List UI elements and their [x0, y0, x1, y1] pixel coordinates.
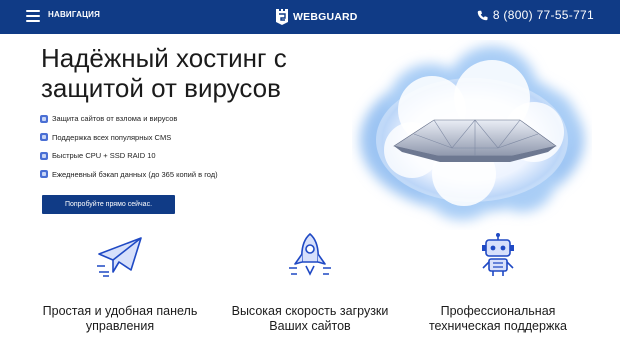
list-item: Ежедневный бэкап данных (до 365 копий в …	[40, 169, 218, 180]
benefit-control-panel: Простая и удобная панель управления	[30, 232, 210, 334]
top-header: НАВИГАЦИЯ WEBGUARD 8 (800) 77-55-771	[0, 0, 620, 34]
logo[interactable]: WEBGUARD	[275, 7, 358, 27]
phone-link[interactable]: 8 (800) 77-55-771	[477, 8, 594, 22]
feature-text: Быстрые CPU + SSD RAID 10	[52, 151, 156, 160]
benefit-speed: Высокая скорость загрузки Ваших сайтов	[220, 232, 400, 334]
list-item: Быстрые CPU + SSD RAID 10	[40, 150, 218, 161]
shield-gear-icon	[40, 114, 48, 123]
list-item: Поддержка всех популярных CMS	[40, 132, 218, 143]
cms-settings-icon	[40, 133, 48, 141]
benefit-title: Простая и удобная панель управления	[42, 304, 198, 333]
home-backup-icon	[40, 170, 48, 178]
feature-text: Поддержка всех популярных CMS	[52, 132, 172, 142]
robot-icon	[482, 233, 514, 276]
page-title: Надёжный хостинг с защитой от вирусов	[41, 43, 287, 103]
logo-text: WEBGUARD	[293, 11, 358, 23]
phone-number: 8 (800) 77-55-771	[492, 8, 594, 22]
try-now-button[interactable]: Попробуйте прямо сейчас.	[42, 195, 175, 214]
cloud-illustration	[352, 40, 592, 230]
hamburger-menu-icon[interactable]	[26, 10, 40, 22]
paper-plane-icon	[97, 237, 142, 277]
phone-icon	[477, 10, 488, 20]
castle-logo-icon	[276, 9, 288, 25]
benefit-title: Высокая скорость загрузки Ваших сайтов	[231, 304, 389, 333]
benefit-title: Профессиональная техническая поддержка	[428, 304, 568, 333]
cloud-platform-image	[360, 46, 584, 220]
feature-list: Защита сайтов от взлома и вирусов Поддер…	[40, 113, 218, 187]
feature-text: Ежедневный бэкап данных (до 365 копий в …	[52, 169, 218, 179]
rocket-icon	[289, 232, 331, 276]
list-item: Защита сайтов от взлома и вирусов	[40, 113, 218, 124]
feature-text: Защита сайтов от взлома и вирусов	[52, 114, 178, 123]
benefit-support: Профессиональная техническая поддержка	[408, 232, 588, 334]
server-disk-icon	[40, 151, 48, 160]
navigation-label[interactable]: НАВИГАЦИЯ	[48, 10, 100, 19]
